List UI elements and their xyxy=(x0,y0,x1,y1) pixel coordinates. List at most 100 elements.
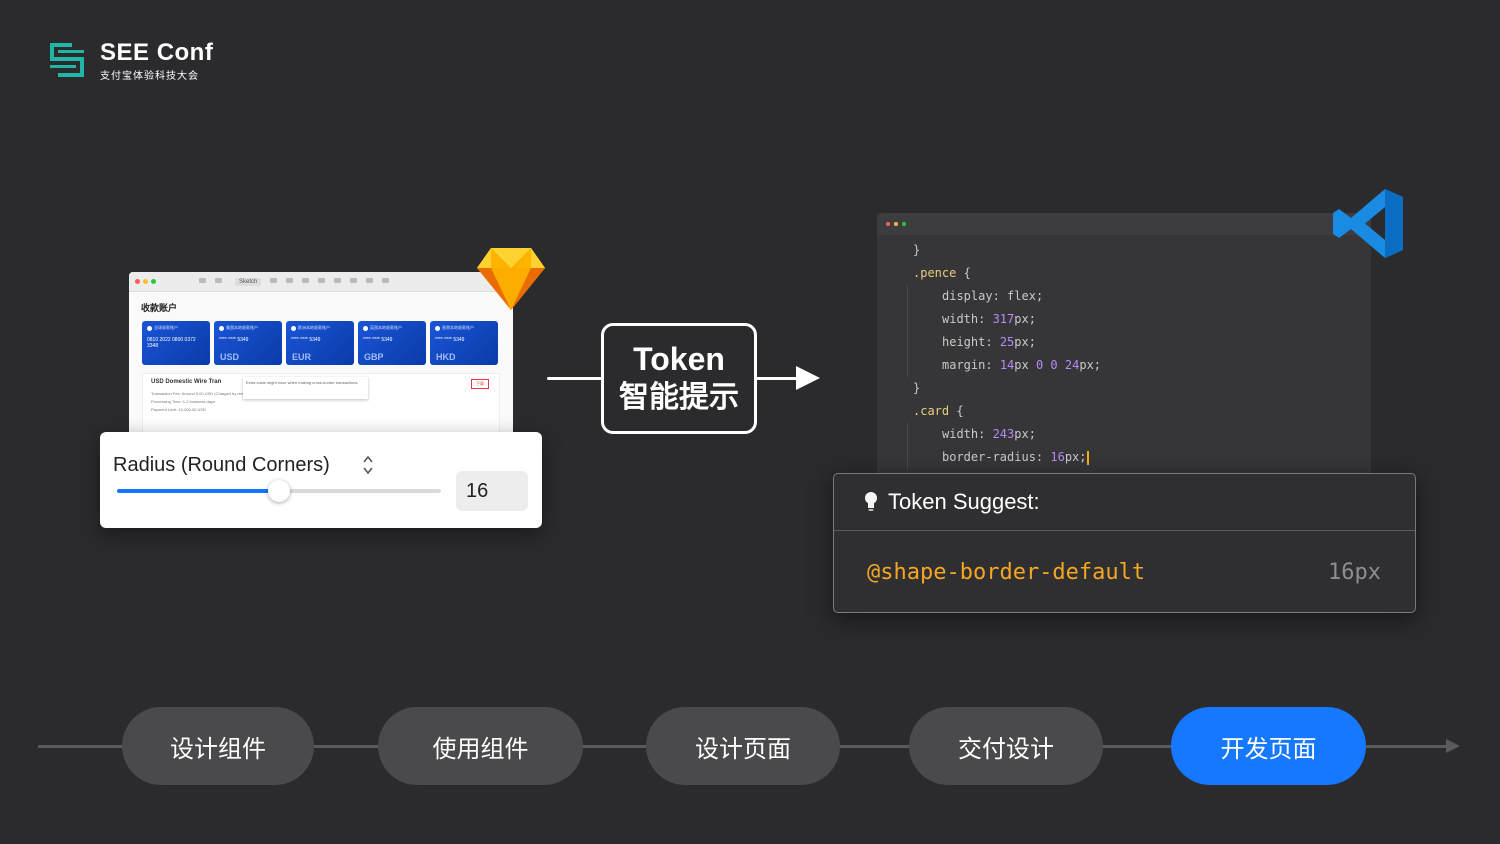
connector-line xyxy=(547,377,602,380)
code-token: { xyxy=(956,266,971,280)
radius-slider-thumb[interactable] xyxy=(268,480,290,502)
code-line: width: 243px; xyxy=(877,423,1371,446)
lightbulb-icon xyxy=(865,492,877,511)
radius-inspector-panel: Radius (Round Corners) xyxy=(100,432,542,528)
card-currency: EUR xyxy=(292,352,312,362)
account-card[interactable]: 美国本地收款账户 **** **** 5349 USD xyxy=(214,321,282,365)
toolbar-tool-icon[interactable] xyxy=(318,277,326,283)
card-currency: HKD xyxy=(436,352,456,362)
code-token: : xyxy=(1035,450,1051,464)
indent-guide xyxy=(907,423,908,446)
code-token: ; xyxy=(1093,358,1102,372)
minimize-dot-icon[interactable] xyxy=(894,222,898,226)
account-card[interactable]: 英国本地收款账户 **** **** 5349 GBP xyxy=(358,321,426,365)
code-token: margin xyxy=(942,358,986,372)
code-line: width: 317px; xyxy=(877,308,1371,331)
account-card[interactable]: 全球收款账户 0810 2022 0800 0372 3348 xyxy=(142,321,210,365)
brand-logo: SEE Conf 支付宝体验科技大会 xyxy=(50,40,213,82)
card-title: 全球收款账户 xyxy=(154,325,178,330)
brand-name: SEE Conf xyxy=(100,39,214,66)
code-token: } xyxy=(913,381,921,395)
close-dot-icon[interactable] xyxy=(886,222,890,226)
card-number: **** **** 5349 xyxy=(291,337,321,343)
code-token: 25 xyxy=(999,335,1015,349)
card-logo-icon xyxy=(363,325,368,331)
card-title: 英国本地收款账户 xyxy=(370,325,402,330)
toolbar-tool-icon[interactable] xyxy=(382,277,390,283)
maximize-dot-icon[interactable] xyxy=(151,279,156,284)
step-develop-page[interactable]: 开发页面 xyxy=(1171,707,1366,785)
code-token: ; xyxy=(1035,289,1044,303)
code-line: .pence { xyxy=(877,262,1371,285)
step-deliver-design[interactable]: 交付设计 xyxy=(909,707,1103,785)
maximize-dot-icon[interactable] xyxy=(902,222,906,226)
code-token: px xyxy=(1014,427,1029,441)
card-title: 美国本地收款账户 xyxy=(226,325,258,330)
step-design-component[interactable]: 设计组件 xyxy=(122,707,314,785)
suggest-token-name: @shape-border-default xyxy=(867,559,1146,585)
indent-guide xyxy=(907,446,908,469)
code-token: px xyxy=(1014,312,1029,326)
toolbar-tool-icon[interactable] xyxy=(302,277,310,283)
card-title: 香港本地收款账户 xyxy=(442,325,474,330)
toolbar-tool-icon[interactable] xyxy=(286,277,294,283)
card-currency: USD xyxy=(220,352,240,362)
step-use-component[interactable]: 使用组件 xyxy=(378,707,583,785)
arrow-right-icon xyxy=(796,366,820,390)
code-token: { xyxy=(949,404,964,418)
download-tag[interactable]: 下载 xyxy=(471,379,489,389)
code-line: border-radius: 16px; xyxy=(877,446,1371,469)
sketch-tab[interactable]: Sketch xyxy=(235,277,262,286)
token-box-subtitle: 智能提示 xyxy=(619,381,739,414)
code-content[interactable]: } .pence {display: flex; width: 317px; heig… xyxy=(877,235,1371,469)
minimize-dot-icon[interactable] xyxy=(143,279,148,284)
code-token: : xyxy=(978,312,993,326)
toolbar-tool-icon[interactable] xyxy=(215,277,222,283)
code-line: margin: 14px 0 0 24px; xyxy=(877,354,1371,377)
code-token: width xyxy=(942,427,979,441)
timeline-arrow-icon xyxy=(1446,739,1460,753)
code-token: 14 xyxy=(999,358,1015,372)
code-token: : xyxy=(985,358,1000,372)
card-logo-icon xyxy=(147,325,152,331)
indent-guide xyxy=(907,331,908,354)
chevron-up-down-icon[interactable] xyxy=(362,454,374,476)
code-token: : xyxy=(985,335,1000,349)
toolbar-tool-icon[interactable] xyxy=(350,277,358,283)
card-currency: GBP xyxy=(364,352,384,362)
step-design-page[interactable]: 设计页面 xyxy=(646,707,840,785)
vscode-app-icon xyxy=(1333,189,1403,258)
radius-value-input[interactable] xyxy=(456,471,528,511)
toolbar-tool-icon[interactable] xyxy=(270,277,278,283)
account-card[interactable]: 香港本地收款账户 **** **** 5349 HKD xyxy=(430,321,498,365)
radius-label: Radius (Round Corners) xyxy=(113,454,330,476)
code-token: px xyxy=(1064,450,1080,464)
detail-line: Processing Time: 1-2 business days xyxy=(151,399,216,404)
code-token: 243 xyxy=(992,427,1015,441)
suggest-title: Token Suggest: xyxy=(888,489,1040,514)
toolbar-tool-icon[interactable] xyxy=(366,277,374,283)
toolbar-tool-icon[interactable] xyxy=(334,277,342,283)
token-box-title: Token xyxy=(633,341,725,377)
card-logo-icon xyxy=(435,325,440,331)
code-token: ; xyxy=(1028,427,1036,441)
code-token: height xyxy=(942,335,986,349)
code-line: } xyxy=(877,239,1371,262)
suggest-item[interactable]: @shape-border-default 16px xyxy=(834,532,1415,612)
card-number: 0810 2022 0800 0372 3348 xyxy=(147,337,196,349)
toolbar-tool-icon[interactable] xyxy=(199,277,206,283)
code-token: px xyxy=(1079,358,1094,372)
radius-slider[interactable] xyxy=(117,480,441,502)
text-caret xyxy=(1086,450,1089,465)
radius-slider-fill xyxy=(117,489,279,493)
account-card[interactable]: 欧洲本地收款账户 **** **** 5349 EUR xyxy=(286,321,354,365)
close-dot-icon[interactable] xyxy=(135,279,140,284)
editor-titlebar xyxy=(877,213,1371,235)
code-token: 317 xyxy=(992,312,1015,326)
code-line: } xyxy=(877,377,1371,400)
code-token: ; xyxy=(1028,335,1036,349)
suggest-header: Token Suggest: xyxy=(834,474,1415,531)
code-token: 16 xyxy=(1050,450,1065,464)
sketch-toolbar: Sketch xyxy=(129,272,513,292)
